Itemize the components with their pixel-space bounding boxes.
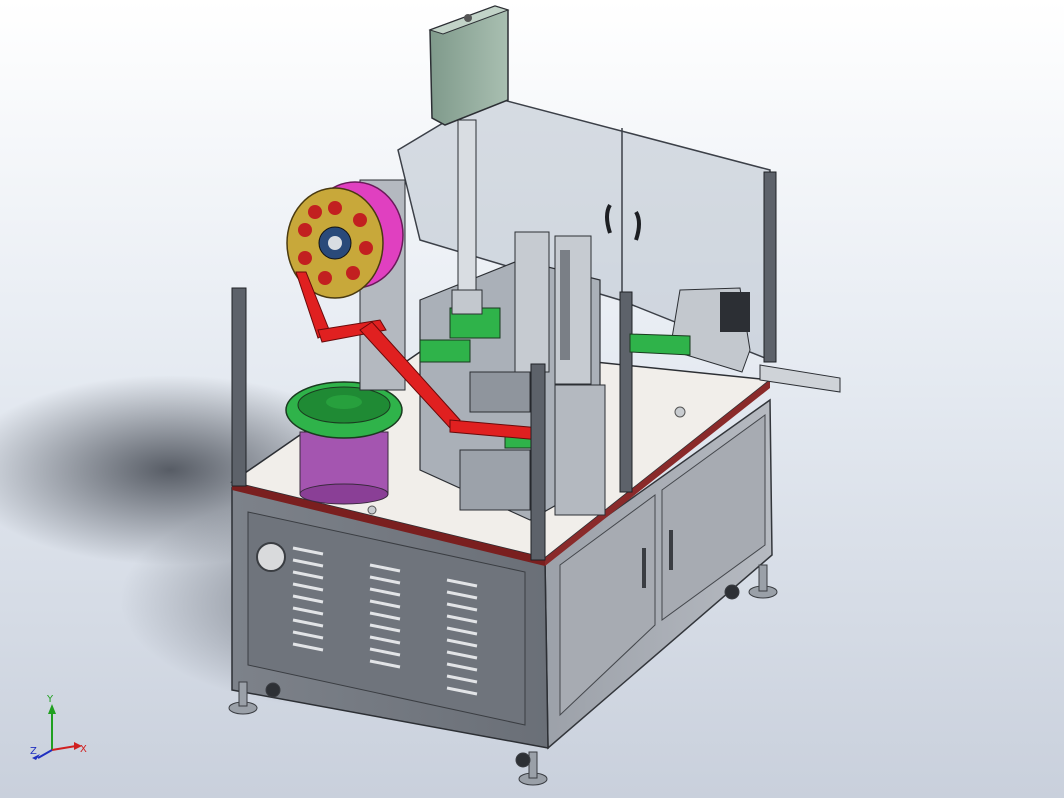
vibratory-bowl-feeder [285, 381, 403, 505]
assembly-mechanism [419, 231, 606, 521]
triad-y-label: Y [46, 694, 54, 705]
triad-z-axis [37, 749, 53, 759]
coordinate-triad[interactable]: Y X Z [30, 694, 87, 760]
graphics-viewport[interactable]: Y X Z [0, 0, 1064, 798]
triad-z-label: Z [30, 746, 37, 757]
triad-x-axis [51, 745, 77, 751]
machine-model: Y X Z [0, 5, 841, 786]
triad-x-label: X [80, 744, 87, 755]
